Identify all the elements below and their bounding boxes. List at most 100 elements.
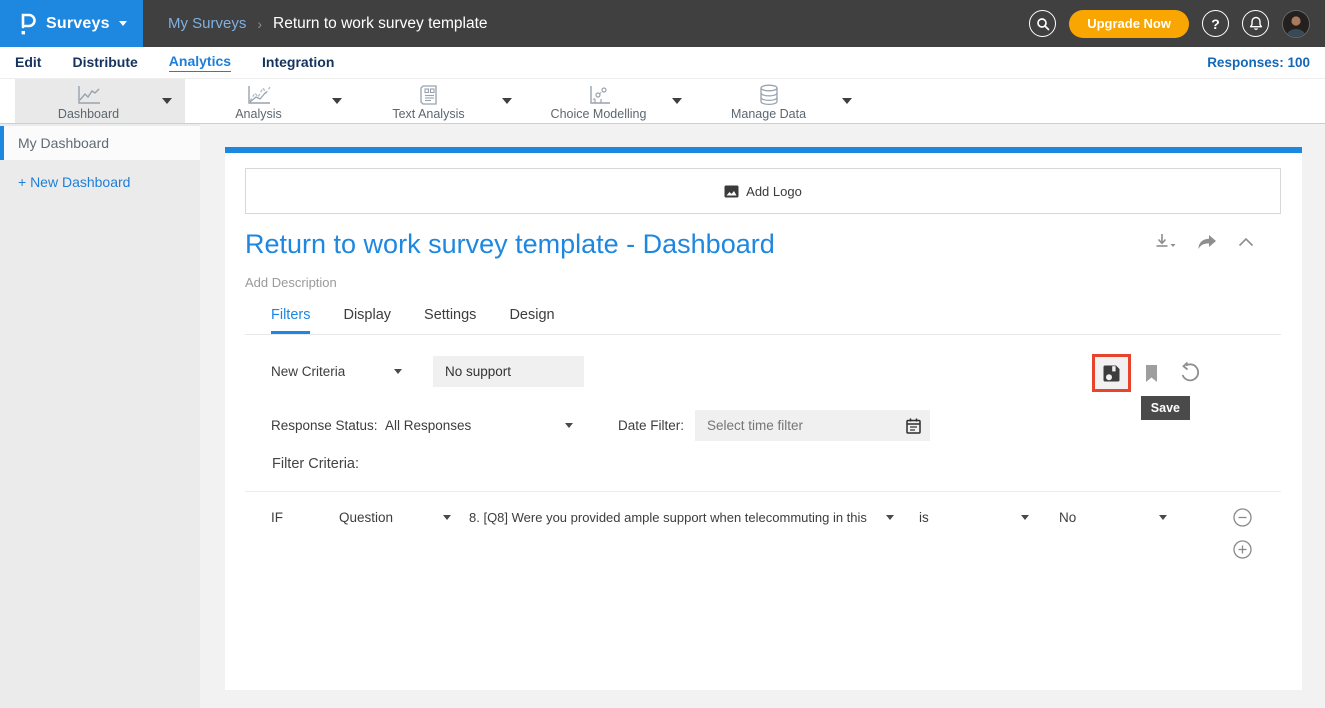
date-filter-field[interactable] <box>695 410 930 441</box>
share-button[interactable] <box>1197 234 1217 250</box>
minus-circle-icon <box>1233 508 1252 527</box>
nav-item-analytics[interactable]: Analytics <box>169 53 231 72</box>
breadcrumb-my-surveys[interactable]: My Surveys <box>168 15 246 32</box>
response-status-dropdown[interactable]: All Responses <box>385 418 573 433</box>
nav-item-edit[interactable]: Edit <box>15 54 41 72</box>
product-name: Surveys <box>46 15 110 33</box>
condition-operator-dropdown[interactable]: is <box>919 510 1029 525</box>
chevron-down-icon <box>119 21 127 26</box>
remove-criteria-button[interactable] <box>1233 508 1252 532</box>
upgrade-now-button[interactable]: Upgrade Now <box>1069 10 1189 38</box>
add-logo-label: Add Logo <box>746 184 802 199</box>
tab-display[interactable]: Display <box>343 307 391 334</box>
tab-design[interactable]: Design <box>509 307 554 334</box>
dashboard-dropdown-caret[interactable] <box>162 98 172 104</box>
condition-value-dropdown[interactable]: No <box>1059 510 1167 525</box>
dashboard-title-actions <box>1154 233 1254 250</box>
header-actions: Upgrade Now ? <box>1029 0 1325 47</box>
search-button[interactable] <box>1029 10 1056 37</box>
tab-settings[interactable]: Settings <box>424 307 476 334</box>
condition-type-value: Question <box>339 510 393 525</box>
toolbar-item-choice-modelling[interactable]: Choice Modelling <box>525 79 695 123</box>
filter-criteria-label: Filter Criteria: <box>272 456 359 472</box>
criteria-type-dropdown[interactable]: New Criteria <box>271 364 402 379</box>
dashboard-card: Add Logo Return to work survey template … <box>225 153 1302 690</box>
toolbar-item-label: Manage Data <box>731 107 806 121</box>
condition-type-dropdown[interactable]: Question <box>339 510 451 525</box>
save-tooltip: Save <box>1141 396 1190 420</box>
chevron-down-icon <box>443 515 451 520</box>
plus-circle-icon <box>1233 540 1252 559</box>
toolbar-item-text-analysis[interactable]: Text Analysis <box>355 79 525 123</box>
app-window: Surveys My Surveys › Return to work surv… <box>0 0 1325 708</box>
top-header-bar: Surveys My Surveys › Return to work surv… <box>0 0 1325 47</box>
chevron-down-icon <box>394 369 402 374</box>
criteria-type-label: New Criteria <box>271 364 345 379</box>
reset-icon <box>1180 362 1200 383</box>
response-status-value: All Responses <box>385 418 471 433</box>
toolbar-item-label: Choice Modelling <box>551 107 647 121</box>
criteria-condition-row: IF Question 8. [Q8] Were you provided am… <box>271 502 1167 533</box>
responses-count[interactable]: Responses: 100 <box>1207 55 1325 70</box>
chevron-down-icon <box>1159 515 1167 520</box>
criteria-name-input[interactable] <box>433 356 584 387</box>
condition-value: No <box>1059 510 1076 525</box>
chevron-down-icon <box>1021 515 1029 520</box>
analysis-dropdown-caret[interactable] <box>332 98 342 104</box>
text-analysis-dropdown-caret[interactable] <box>502 98 512 104</box>
reset-filter-button[interactable] <box>1180 362 1200 388</box>
save-filter-button[interactable] <box>1092 354 1131 392</box>
response-status-row: Response Status: All Responses Date Filt… <box>271 410 930 441</box>
scatter-chart-icon <box>586 85 612 106</box>
filter-criteria-divider <box>245 491 1281 492</box>
toolbar-item-label: Analysis <box>235 107 282 121</box>
condition-operator-value: is <box>919 510 929 525</box>
add-logo-dropzone[interactable]: Add Logo <box>245 168 1281 214</box>
condition-question-dropdown[interactable]: 8. [Q8] Were you provided ample support … <box>469 510 894 525</box>
database-icon <box>757 84 781 106</box>
tabs-divider <box>245 334 1281 335</box>
tab-filters[interactable]: Filters <box>271 307 310 334</box>
help-button[interactable]: ? <box>1202 10 1229 37</box>
dashboard-title: Return to work survey template - Dashboa… <box>245 229 775 260</box>
add-description-placeholder[interactable]: Add Description <box>245 275 337 290</box>
choice-modelling-dropdown-caret[interactable] <box>672 98 682 104</box>
news-grid-icon <box>417 84 441 106</box>
product-switcher[interactable]: Surveys <box>0 0 143 47</box>
breadcrumb: My Surveys › Return to work survey templ… <box>168 0 488 47</box>
new-dashboard-button[interactable]: + New Dashboard <box>0 174 200 190</box>
bookmark-filter-button[interactable] <box>1144 364 1159 388</box>
survey-nav-bar: Edit Distribute Analytics Integration Re… <box>0 47 1325 78</box>
download-button[interactable] <box>1154 233 1176 250</box>
toolbar-item-dashboard[interactable]: Dashboard <box>15 79 185 123</box>
condition-prefix: IF <box>271 510 339 525</box>
toolbar-item-manage-data[interactable]: Manage Data <box>695 79 865 123</box>
dashboard-tabs: Filters Display Settings Design <box>271 307 555 334</box>
toolbar-item-analysis[interactable]: Analysis <box>185 79 355 123</box>
collapse-button[interactable] <box>1238 237 1254 247</box>
breadcrumb-current-survey: Return to work survey template <box>273 15 488 33</box>
user-avatar[interactable] <box>1282 10 1310 38</box>
analytics-toolbar: Dashboard Analysis <box>0 78 1325 124</box>
date-filter-label: Date Filter: <box>618 418 695 433</box>
manage-data-dropdown-caret[interactable] <box>842 98 852 104</box>
filter-actions <box>1092 354 1252 394</box>
date-filter-input[interactable] <box>695 410 906 441</box>
chevron-down-icon <box>565 423 573 428</box>
save-icon <box>1102 364 1121 383</box>
condition-question-value: 8. [Q8] Were you provided ample support … <box>469 510 869 525</box>
bell-icon <box>1249 16 1263 31</box>
calendar-button[interactable] <box>906 418 921 434</box>
nav-item-distribute[interactable]: Distribute <box>72 54 137 72</box>
add-criteria-button[interactable] <box>1233 540 1252 564</box>
criteria-name-row: New Criteria <box>271 356 584 387</box>
nav-item-integration[interactable]: Integration <box>262 54 334 72</box>
image-icon <box>724 185 739 198</box>
chevron-down-icon <box>886 515 894 520</box>
notifications-button[interactable] <box>1242 10 1269 37</box>
dashboard-sidebar: My Dashboard + New Dashboard <box>0 124 200 708</box>
toolbar-item-label: Dashboard <box>58 107 119 121</box>
calendar-icon <box>906 418 921 434</box>
sidebar-item-my-dashboard[interactable]: My Dashboard <box>0 126 200 160</box>
chevron-up-icon <box>1238 237 1254 247</box>
